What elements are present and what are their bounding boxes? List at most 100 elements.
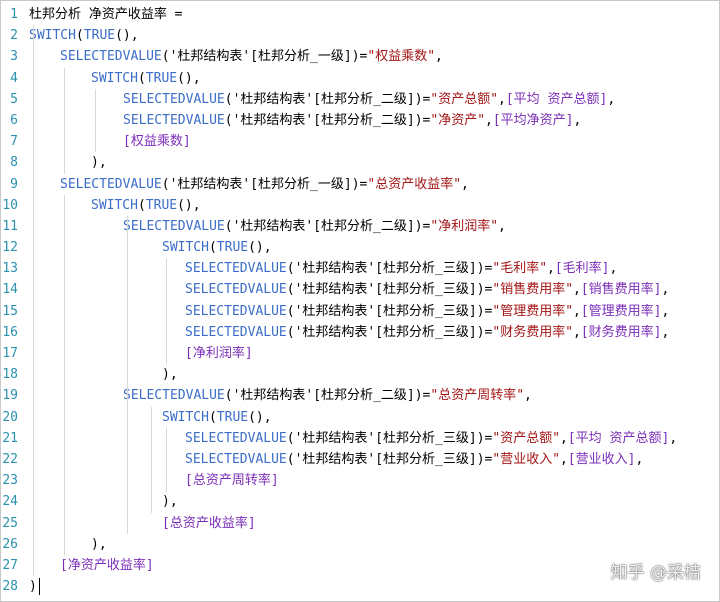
function-token: SWITCH <box>162 240 209 256</box>
line-number: 17 <box>2 346 18 361</box>
dax-formula-editor[interactable]: 1 杜邦分析 净资产收益率 = 2 SWITCH(TRUE(), 3 SELECTEDVA… <box>0 0 720 602</box>
code-text: SELECTEDVALUE('杜邦结构表'[杜邦分析_三级])="营业收入",[… <box>185 449 643 470</box>
line-number: 2 <box>10 28 18 44</box>
code-line[interactable]: 13 SELECTEDVALUE('杜邦结构表'[杜邦分析_三级])="毛利率",… <box>1 258 719 279</box>
function-token: SELECTEDVALUE <box>185 303 287 319</box>
code-token: ('杜邦结构表'[杜邦分析_二级])= <box>224 218 431 234</box>
code-token: , <box>560 451 568 467</box>
column-ref-token: [毛利率] <box>554 261 610 277</box>
code-text: 杜邦分析 净资产收益率 = <box>29 4 182 25</box>
line-number: 10 <box>2 197 18 213</box>
code-text: ), <box>162 491 178 512</box>
function-token: SELECTEDVALUE <box>123 388 225 404</box>
column-ref-token: [平均净资产] <box>492 112 574 128</box>
function-token: SWITCH <box>91 70 138 86</box>
line-number: 8 <box>10 155 18 171</box>
column-ref-token: [平均 资产总额] <box>567 430 670 446</box>
code-line[interactable]: 21 SELECTEDVALUE('杜邦结构表'[杜邦分析_三级])="资产总额"… <box>1 428 719 449</box>
code-token: , <box>661 303 670 319</box>
code-line[interactable]: 25 [总资产收益率] <box>1 513 719 534</box>
code-token: (), <box>248 240 272 256</box>
code-line[interactable]: 8), <box>1 152 719 173</box>
code-token: , <box>435 49 443 65</box>
code-token: ('杜邦结构表'[杜邦分析_一级])= <box>161 49 368 65</box>
string-token: "营业收入" <box>492 451 561 467</box>
code-token: , <box>607 91 616 107</box>
code-line[interactable]: 14 SELECTEDVALUE('杜邦结构表'[杜邦分析_三级])="销售费用率… <box>1 279 719 300</box>
code-line[interactable]: 12 SWITCH(TRUE(), <box>1 237 719 258</box>
function-token: SELECTEDVALUE <box>185 324 287 340</box>
code-line[interactable]: 10 SWITCH(TRUE(), <box>1 195 719 216</box>
code-token: , <box>547 261 555 277</box>
code-line[interactable]: 7 [权益乘数] <box>1 131 719 152</box>
code-line[interactable]: 11 SELECTEDVALUE('杜邦结构表'[杜邦分析_二级])="净利润率"… <box>1 216 719 237</box>
code-line[interactable]: 22 SELECTEDVALUE('杜邦结构表'[杜邦分析_三级])="营业收入"… <box>1 449 719 470</box>
code-token: ('杜邦结构表'[杜邦分析_二级])= <box>224 112 431 128</box>
string-token: "总资产收益率" <box>367 176 462 192</box>
column-ref-token: [权益乘数] <box>123 134 191 150</box>
code-token: 杜邦分析 净资产收益率 = <box>29 7 183 22</box>
code-token: , <box>573 112 582 128</box>
code-line[interactable]: 2 SWITCH(TRUE(), <box>1 25 719 46</box>
code-token: , <box>573 303 581 319</box>
function-token: TRUE <box>83 28 116 44</box>
line-number: 18 <box>2 367 18 383</box>
line-number: 12 <box>2 240 18 256</box>
code-line[interactable]: 3 SELECTEDVALUE('杜邦结构表'[杜邦分析_一级])="权益乘数", <box>1 46 719 67</box>
code-token: , <box>609 261 618 277</box>
code-line[interactable]: 15 SELECTEDVALUE('杜邦结构表'[杜邦分析_三级])="管理费用率… <box>1 301 719 322</box>
code-line[interactable]: 6 SELECTEDVALUE('杜邦结构表'[杜邦分析_二级])="净资产",[… <box>1 110 719 131</box>
code-line[interactable]: 5 SELECTEDVALUE('杜邦结构表'[杜邦分析_二级])="资产总额",… <box>1 89 719 110</box>
column-ref-token: [净资产收益率] <box>60 557 154 573</box>
code-token: ( <box>208 240 217 256</box>
code-token: ), <box>91 536 107 552</box>
code-line[interactable]: 17 [净利润率] <box>1 343 719 364</box>
line-number: 3 <box>10 49 18 65</box>
string-token: "净资产" <box>430 112 486 128</box>
code-token: ('杜邦结构表'[杜邦分析_二级])= <box>224 388 431 404</box>
code-token: ('杜邦结构表'[杜邦分析_三级])= <box>286 451 493 467</box>
line-number: 23 <box>2 473 18 489</box>
column-ref-token: [销售费用率] <box>580 282 662 298</box>
function-token: SELECTEDVALUE <box>123 218 225 234</box>
code-text: SELECTEDVALUE('杜邦结构表'[杜邦分析_三级])="财务费用率",… <box>185 322 669 343</box>
code-token: ('杜邦结构表'[杜邦分析_三级])= <box>286 324 493 340</box>
function-token: TRUE <box>216 409 249 425</box>
string-token: "净利润率" <box>430 218 499 234</box>
line-number: 7 <box>10 134 18 150</box>
code-text: SWITCH(TRUE(), <box>91 68 201 89</box>
watermark-text: 知乎 @采桔 <box>610 563 701 583</box>
string-token: "毛利率" <box>492 261 548 277</box>
code-token: ) <box>29 579 37 595</box>
code-token: ( <box>75 28 84 44</box>
code-line[interactable]: 20 SWITCH(TRUE(), <box>1 407 719 428</box>
code-token: ), <box>162 494 178 510</box>
code-line[interactable]: 19 SELECTEDVALUE('杜邦结构表'[杜邦分析_二级])="总资产周转… <box>1 385 719 406</box>
code-line[interactable]: 9 SELECTEDVALUE('杜邦结构表'[杜邦分析_一级])="总资产收益率… <box>1 174 719 195</box>
code-token: ('杜邦结构表'[杜邦分析_三级])= <box>286 261 493 277</box>
function-token: SELECTEDVALUE <box>185 282 287 298</box>
code-line[interactable]: 16 SELECTEDVALUE('杜邦结构表'[杜邦分析_三级])="财务费用率… <box>1 322 719 343</box>
code-text: SELECTEDVALUE('杜邦结构表'[杜邦分析_二级])="资产总额",[… <box>123 89 615 110</box>
code-line[interactable]: 26), <box>1 534 719 555</box>
code-text: ) <box>29 576 37 597</box>
function-token: TRUE <box>145 70 178 86</box>
code-line[interactable]: 23 [总资产周转率] <box>1 470 719 491</box>
code-line[interactable]: 1 杜邦分析 净资产收益率 = <box>1 4 719 25</box>
code-token: ), <box>91 155 107 171</box>
line-number: 22 <box>2 451 18 467</box>
function-token: SELECTEDVALUE <box>60 176 162 192</box>
code-token: , <box>669 430 678 446</box>
function-token: SELECTEDVALUE <box>185 430 287 446</box>
code-line[interactable]: 4 SWITCH(TRUE(), <box>1 68 719 89</box>
code-token: , <box>498 218 506 234</box>
code-token: ('杜邦结构表'[杜邦分析_三级])= <box>286 430 493 446</box>
code-line[interactable]: 18), <box>1 364 719 385</box>
line-number: 25 <box>2 515 18 531</box>
column-ref-token: [总资产收益率] <box>162 515 256 531</box>
code-text: ), <box>91 152 107 173</box>
code-line[interactable]: 24), <box>1 491 719 512</box>
code-token: , <box>498 91 506 107</box>
line-number: 16 <box>2 324 18 340</box>
code-token: ( <box>208 409 217 425</box>
